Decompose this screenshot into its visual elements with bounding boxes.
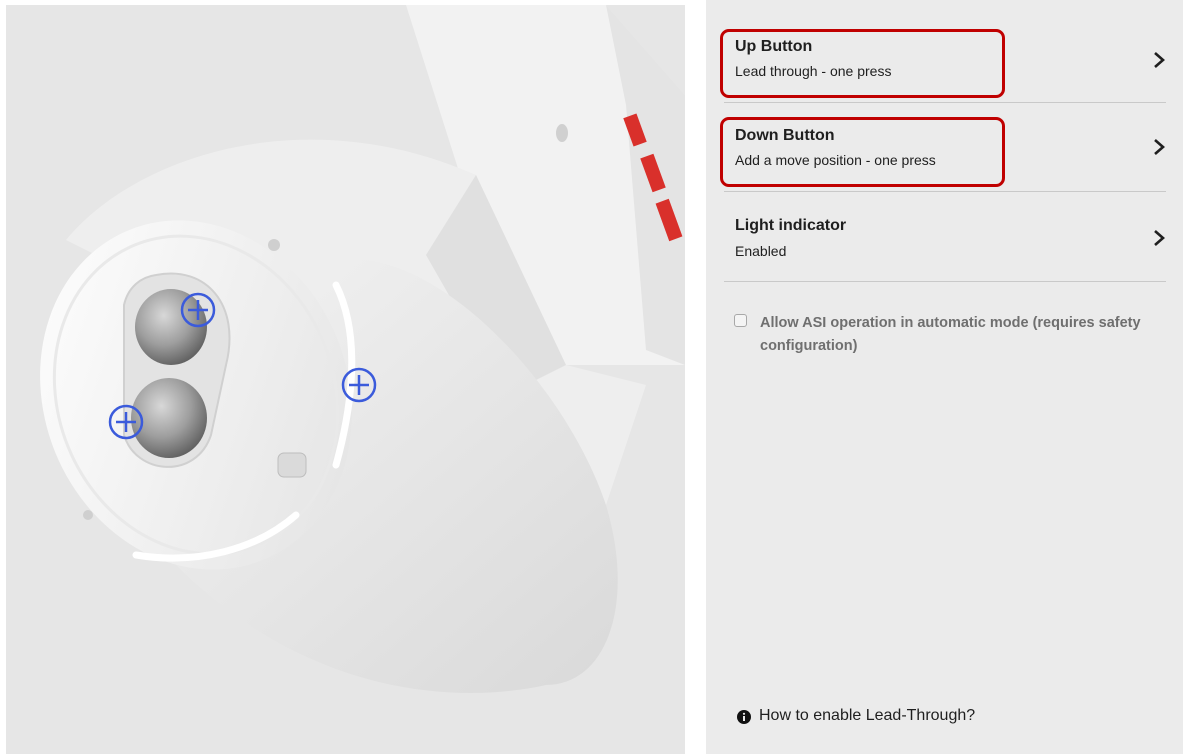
chevron-right-icon (1154, 139, 1165, 155)
setting-row-light-indicator[interactable]: Light indicator Enabled (724, 193, 1166, 281)
asi-checkbox[interactable] (734, 314, 747, 327)
help-link-text: How to enable Lead-Through? (759, 707, 976, 724)
chevron-right-icon (1154, 52, 1165, 68)
divider (724, 102, 1166, 103)
hotspot-down-button[interactable] (107, 403, 145, 441)
highlight-box-down-button (720, 117, 1005, 187)
divider (724, 281, 1166, 282)
highlight-box-up-button (720, 29, 1005, 98)
row-subtitle: Enabled (735, 243, 787, 259)
hotspot-light-ring[interactable] (340, 366, 378, 404)
asi-checkbox-label[interactable]: Allow ASI operation in automatic mode (r… (760, 312, 1170, 358)
row-title: Light indicator (735, 217, 847, 234)
hotspot-up-button[interactable] (179, 291, 217, 329)
chevron-right-icon (1154, 230, 1165, 246)
settings-panel: Up Button Lead through - one press Down … (706, 0, 1183, 754)
robot-arm-image (6, 5, 685, 754)
info-circle-icon (737, 710, 751, 724)
divider (724, 191, 1166, 192)
